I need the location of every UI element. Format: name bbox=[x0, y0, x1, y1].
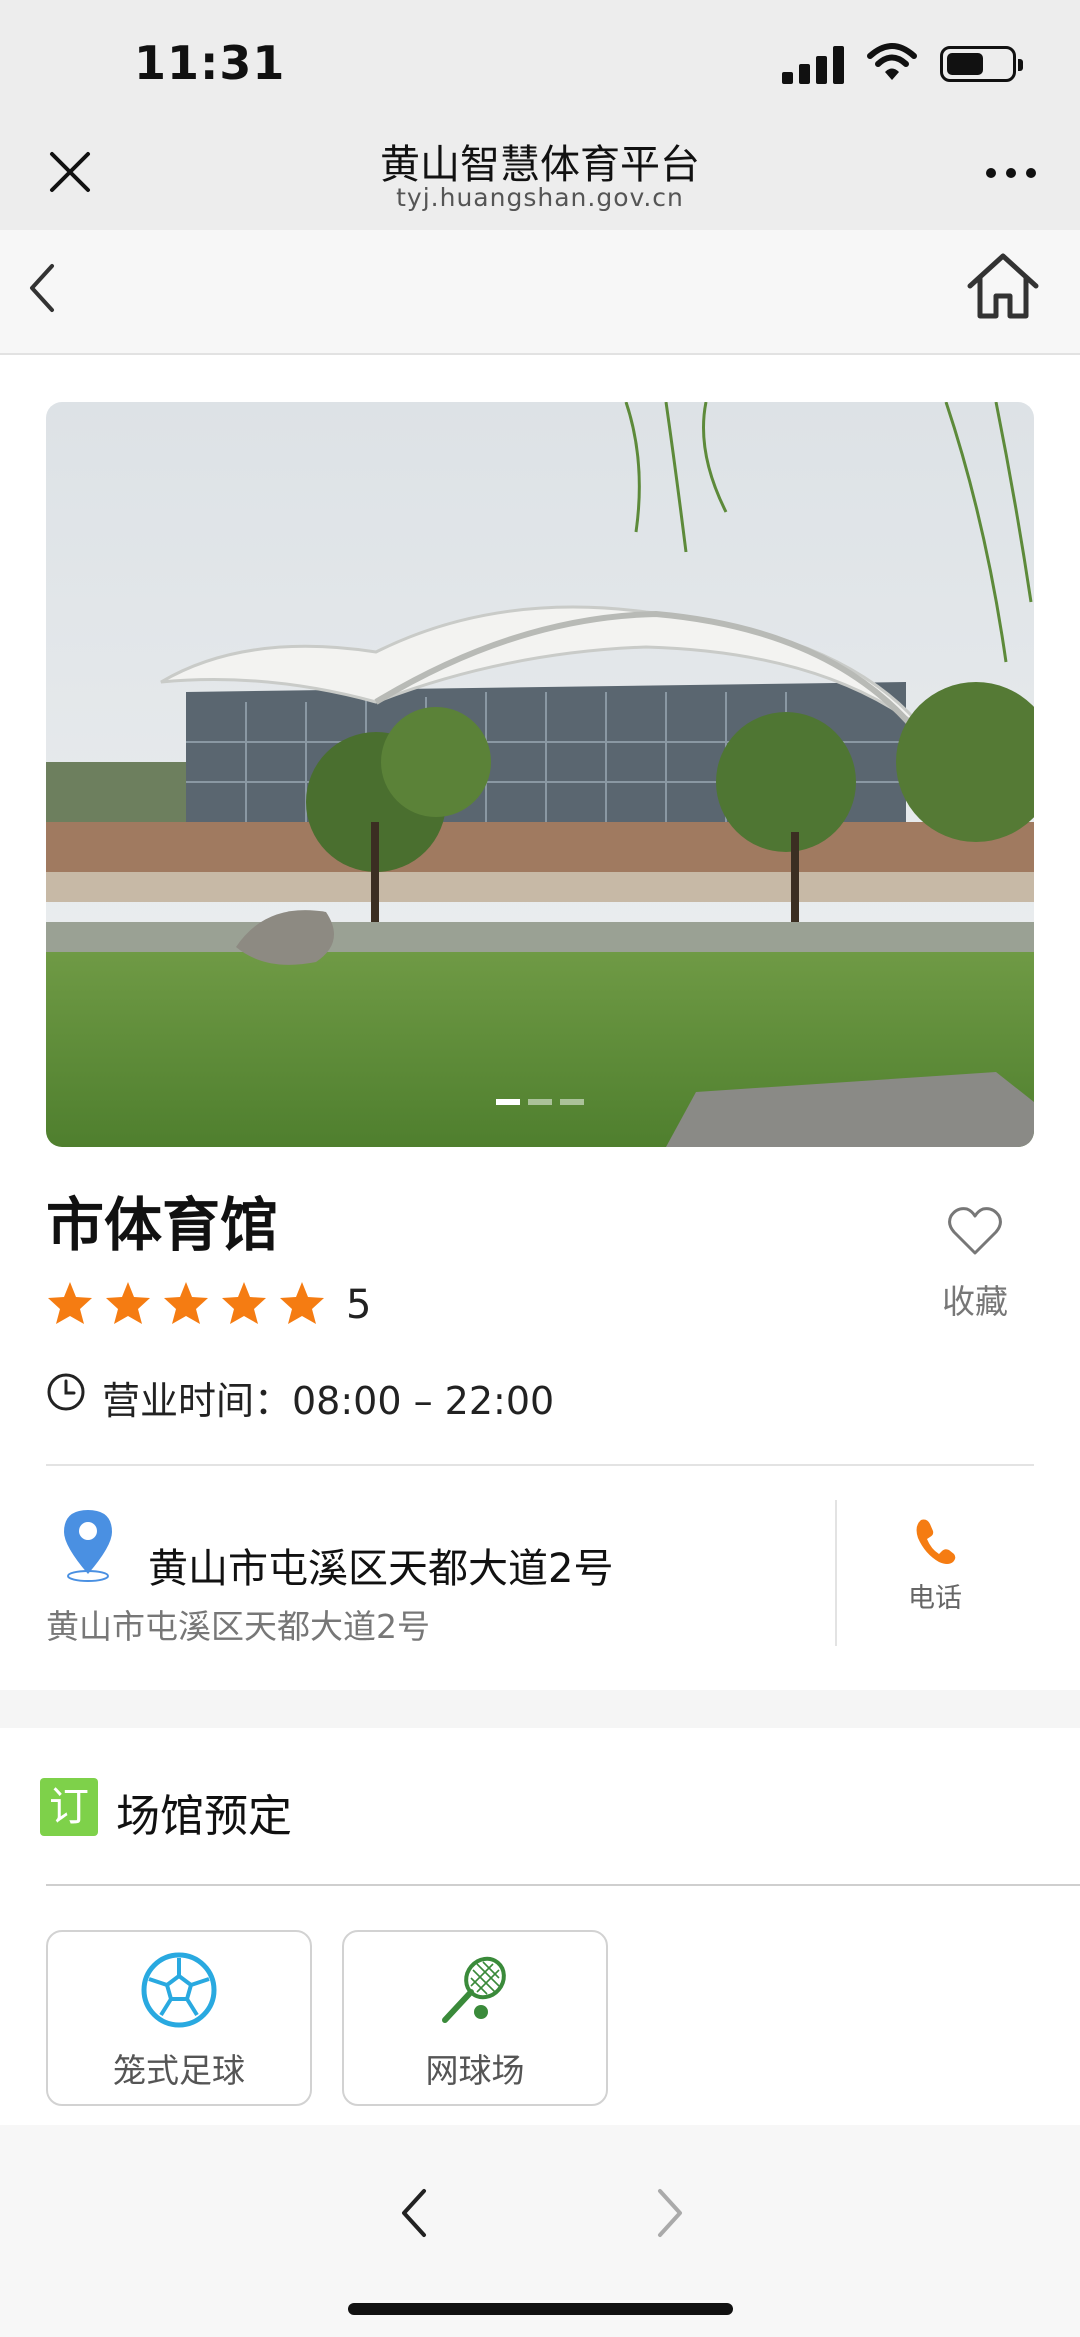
favorite-label: 收藏 bbox=[942, 1282, 1008, 1321]
venue-photo-carousel[interactable] bbox=[46, 402, 1034, 1147]
carousel-dot[interactable] bbox=[560, 1099, 584, 1105]
booking-badge: 订 bbox=[40, 1778, 98, 1836]
wifi-icon bbox=[867, 43, 917, 80]
carousel-dot-active[interactable] bbox=[496, 1099, 520, 1105]
phone-label: 电话 bbox=[908, 1583, 962, 1614]
section-separator bbox=[0, 1690, 1080, 1728]
browser-back-icon[interactable] bbox=[396, 2185, 432, 2241]
divider bbox=[46, 1464, 1034, 1466]
star-icon bbox=[106, 1282, 150, 1324]
rating-value: 5 bbox=[346, 1282, 372, 1328]
status-icons bbox=[782, 40, 1042, 90]
vertical-divider bbox=[835, 1500, 837, 1646]
signal-icon bbox=[782, 46, 844, 84]
star-icon bbox=[48, 1282, 92, 1324]
bottom-browser-bar bbox=[0, 2125, 1080, 2337]
browser-forward-icon[interactable] bbox=[652, 2185, 688, 2241]
star-icon bbox=[164, 1282, 208, 1324]
carousel-indicator bbox=[46, 1090, 1034, 1109]
soccer-ball-icon bbox=[141, 1952, 217, 2028]
page-url: tyj.huangshan.gov.cn bbox=[396, 183, 684, 212]
tennis-racket-icon bbox=[442, 1956, 506, 2023]
address-detail: 黄山市屯溪区天都大道2号 bbox=[46, 1607, 430, 1646]
back-icon[interactable] bbox=[22, 258, 62, 318]
location-pin-icon[interactable] bbox=[58, 1506, 118, 1582]
venue-name: 市体育馆 bbox=[46, 1191, 279, 1259]
address-main[interactable]: 黄山市屯溪区天都大道2号 bbox=[148, 1536, 613, 1594]
divider bbox=[46, 1884, 1080, 1886]
star-icon bbox=[222, 1282, 266, 1324]
star-icon bbox=[280, 1282, 324, 1324]
booking-item-label: 笼式足球 bbox=[113, 2051, 245, 2090]
carousel-dot[interactable] bbox=[528, 1099, 552, 1105]
more-options-icon[interactable] bbox=[986, 168, 1036, 180]
phone-icon bbox=[916, 1519, 956, 1564]
booking-item-tennis[interactable]: 网球场 bbox=[342, 1930, 608, 2106]
stadium-photo bbox=[46, 402, 1034, 1147]
home-indicator[interactable] bbox=[348, 2303, 733, 2315]
booking-section-title: 场馆预定 bbox=[116, 1791, 292, 1842]
booking-item-soccer[interactable]: 笼式足球 bbox=[46, 1930, 312, 2106]
home-icon[interactable] bbox=[964, 250, 1042, 322]
top-chrome: 11:31 黄山智慧体育平台 tyj.huangshan.gov.cn bbox=[0, 0, 1080, 230]
booking-item-label: 网球场 bbox=[425, 2051, 525, 2090]
battery-icon bbox=[940, 46, 1023, 82]
page-title: 黄山智慧体育平台 bbox=[380, 142, 700, 188]
heart-icon bbox=[948, 1207, 1002, 1255]
clock-icon bbox=[47, 1373, 85, 1411]
page-nav-bar bbox=[0, 230, 1080, 355]
phone-button[interactable]: 电话 bbox=[880, 1516, 990, 1615]
hours-text: 营业时间：08:00 – 22:00 bbox=[102, 1379, 555, 1423]
favorite-button[interactable]: 收藏 bbox=[930, 1205, 1020, 1323]
status-time: 11:31 bbox=[134, 36, 286, 90]
